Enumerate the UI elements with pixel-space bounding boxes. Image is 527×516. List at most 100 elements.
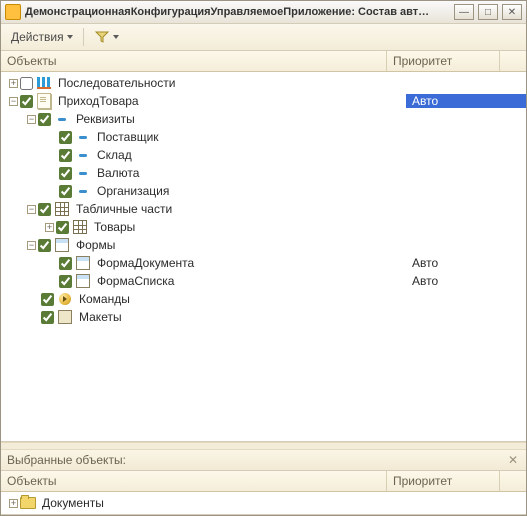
objects-tree[interactable]: +Последовательности−ПриходТовараАвто−Рек… (1, 72, 526, 441)
attribute-icon (54, 111, 70, 127)
actions-label: Действия (11, 30, 64, 44)
top-pane: Объекты Приоритет + Последовательности − Пр… (1, 51, 526, 442)
node-label: Последовательности (56, 76, 406, 90)
document-icon (36, 93, 52, 109)
funnel-icon (94, 29, 110, 45)
chevron-down-icon (67, 35, 73, 39)
node-label: Документы (40, 496, 406, 510)
header-priority[interactable]: Приоритет (387, 51, 500, 71)
node-label: Товары (92, 220, 406, 234)
collapse-icon[interactable]: − (27, 241, 36, 250)
include-checkbox[interactable] (59, 131, 72, 144)
expand-placeholder (27, 311, 39, 323)
tree-row[interactable]: ФормаСпискаАвто (1, 272, 526, 290)
chevron-down-icon (113, 35, 119, 39)
attribute-icon (75, 147, 91, 163)
toolbar: Действия (1, 24, 526, 51)
node-label: Валюта (95, 166, 406, 180)
tree-row[interactable]: + Документы (1, 494, 526, 512)
node-label: Формы (74, 238, 406, 252)
include-checkbox[interactable] (20, 77, 33, 90)
node-label: Табличные части (74, 202, 406, 216)
actions-menu-button[interactable]: Действия (7, 28, 77, 46)
selected-objects-label-row: Выбранные объекты: ✕ (1, 450, 526, 471)
expand-placeholder (45, 149, 57, 161)
commands-icon (57, 291, 73, 307)
tree-row[interactable]: Поставщик (1, 128, 526, 146)
tree-row[interactable]: − ПриходТовараАвто (1, 92, 526, 110)
expand-placeholder (45, 131, 57, 143)
tree-row[interactable]: Склад (1, 146, 526, 164)
node-label: ПриходТовара (56, 94, 406, 108)
splitter[interactable] (1, 442, 526, 450)
header-objects[interactable]: Объекты (1, 51, 387, 71)
collapse-icon[interactable]: − (27, 115, 36, 124)
header-objects[interactable]: Объекты (1, 471, 387, 491)
expand-placeholder (45, 185, 57, 197)
form-icon (54, 237, 70, 253)
window: ДемонстрационнаяКонфигурацияУправляемоеП… (0, 0, 527, 516)
expand-placeholder (45, 275, 57, 287)
tree-row[interactable]: + Последовательности (1, 74, 526, 92)
include-checkbox[interactable] (59, 257, 72, 270)
window-title: ДемонстрационнаяКонфигурацияУправляемоеП… (25, 6, 450, 18)
sequence-icon (36, 75, 52, 91)
expand-icon[interactable]: + (9, 79, 18, 88)
attribute-icon (75, 165, 91, 181)
include-checkbox[interactable] (38, 113, 51, 126)
include-checkbox[interactable] (59, 185, 72, 198)
expand-placeholder (45, 167, 57, 179)
close-button[interactable]: ✕ (502, 4, 522, 20)
filter-button[interactable] (90, 27, 123, 47)
tree-row[interactable]: Организация (1, 182, 526, 200)
bottom-grid-header: Объекты Приоритет (1, 471, 526, 492)
include-checkbox[interactable] (59, 167, 72, 180)
minimize-button[interactable]: — (454, 4, 474, 20)
include-checkbox[interactable] (56, 221, 69, 234)
top-grid-header: Объекты Приоритет (1, 51, 526, 72)
node-label: Склад (95, 148, 406, 162)
selected-objects-tree[interactable]: + Документы (1, 492, 526, 514)
expand-icon[interactable]: + (9, 499, 18, 508)
include-checkbox[interactable] (59, 275, 72, 288)
maximize-button[interactable]: □ (478, 4, 498, 20)
priority-cell[interactable]: Авто (406, 94, 526, 108)
tree-row[interactable]: −Реквизиты (1, 110, 526, 128)
include-checkbox[interactable] (41, 293, 54, 306)
priority-cell[interactable]: Авто (406, 256, 526, 270)
node-label: Организация (95, 184, 406, 198)
expand-placeholder (27, 293, 39, 305)
attribute-icon (75, 129, 91, 145)
include-checkbox[interactable] (41, 311, 54, 324)
collapse-icon[interactable]: − (9, 97, 18, 106)
include-checkbox[interactable] (38, 239, 51, 252)
selected-objects-label: Выбранные объекты: (7, 453, 126, 467)
expand-placeholder (45, 257, 57, 269)
tree-row[interactable]: − Формы (1, 236, 526, 254)
tabular-section-icon (72, 219, 88, 235)
collapse-icon[interactable]: − (27, 205, 36, 214)
node-label: ФормаСписка (95, 274, 406, 288)
tree-row[interactable]: Макеты (1, 308, 526, 326)
node-label: Поставщик (95, 130, 406, 144)
priority-cell[interactable]: Авто (406, 274, 526, 288)
include-checkbox[interactable] (59, 149, 72, 162)
node-label: Команды (77, 292, 406, 306)
include-checkbox[interactable] (38, 203, 51, 216)
tree-row[interactable]: ФормаДокументаАвто (1, 254, 526, 272)
tabular-section-icon (54, 201, 70, 217)
app-icon (5, 4, 21, 20)
clear-selection-button[interactable]: ✕ (506, 453, 520, 467)
template-icon (57, 309, 73, 325)
attribute-icon (75, 183, 91, 199)
separator (83, 28, 84, 46)
tree-row[interactable]: Валюта (1, 164, 526, 182)
header-priority[interactable]: Приоритет (387, 471, 500, 491)
folder-icon (20, 495, 36, 511)
expand-icon[interactable]: + (45, 223, 54, 232)
tree-row[interactable]: Команды (1, 290, 526, 308)
form-icon (75, 273, 91, 289)
include-checkbox[interactable] (20, 95, 33, 108)
tree-row[interactable]: + Товары (1, 218, 526, 236)
tree-row[interactable]: − Табличные части (1, 200, 526, 218)
